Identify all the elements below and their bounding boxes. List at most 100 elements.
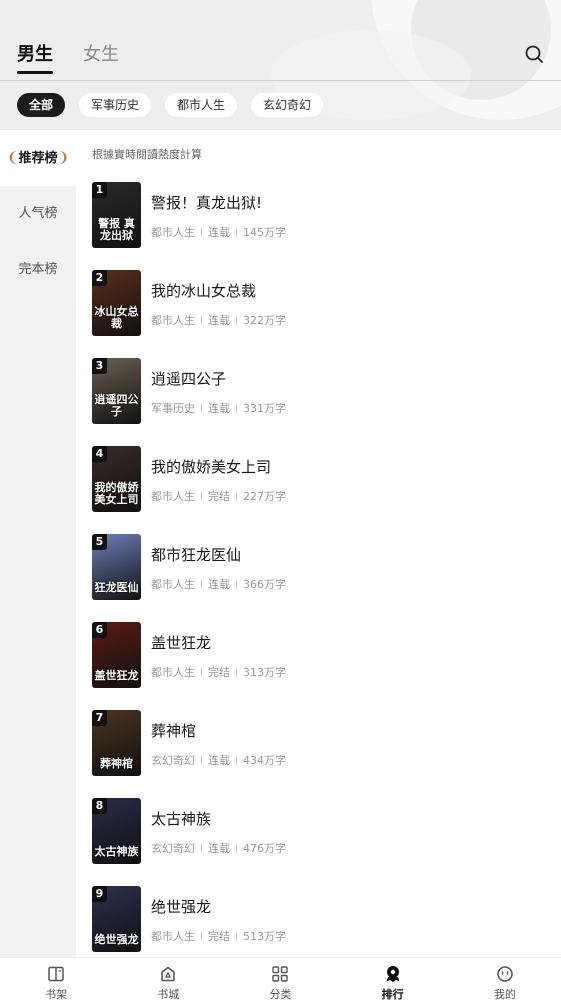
sidebar-item-label: 推荐榜 [18,151,58,166]
category-icon [272,966,289,982]
sidebar-item-completed[interactable]: 完本榜 [0,242,76,298]
book-item[interactable]: 1 警报 真龙出狱 警报！真龙出狱! 都市人生 连载 145万字 [92,182,552,248]
bottom-nav: 书架 书城 分类 排行 我的 [0,957,561,1002]
book-status: 完结 [208,666,230,679]
book-item[interactable]: 3 逍遥四公子 逍遥四公子 军事历史 连载 331万字 [92,358,552,424]
book-status: 连载 [208,842,230,855]
gender-tabs: 男生 女生 [17,40,119,74]
book-meta: 都市人生 完结 313万字 [151,664,286,680]
meta-separator [201,932,202,941]
book-word-count: 434万字 [243,754,286,767]
meta-separator [201,316,202,325]
book-item[interactable]: 5 狂龙医仙 都市狂龙医仙 都市人生 连载 366万字 [92,534,552,600]
book-item[interactable]: 9 绝世强龙 绝世强龙 都市人生 完结 513万字 [92,886,552,952]
ranking-sidebar: ❨推荐榜❩ 人气榜 完本榜 [0,130,76,957]
book-word-count: 513万字 [243,930,286,943]
tab-female[interactable]: 女生 [83,40,119,74]
book-cover[interactable]: 1 警报 真龙出狱 [92,182,141,248]
nav-bookstore[interactable]: 书城 [112,958,224,1002]
book-cover[interactable]: 7 葬神棺 [92,710,141,776]
book-title[interactable]: 太古神族 [151,808,211,829]
category-chips: 全部 军事历史 都市人生 玄幻奇幻 [17,93,324,117]
book-word-count: 227万字 [243,490,286,503]
meta-separator [236,932,237,941]
meta-separator [201,580,202,589]
meta-separator [201,492,202,501]
book-status: 连载 [208,314,230,327]
book-cover[interactable]: 9 绝世强龙 [92,886,141,952]
nav-label: 分类 [269,988,292,1001]
book-item[interactable]: 8 太古神族 太古神族 玄幻奇幻 连载 476万字 [92,798,552,864]
book-status: 完结 [208,930,230,943]
book-cover[interactable]: 2 冰山女总裁 [92,270,141,336]
book-cover[interactable]: 6 盖世狂龙 [92,622,141,688]
book-item[interactable]: 4 我的傲娇美女上司 我的傲娇美女上司 都市人生 完结 227万字 [92,446,552,512]
book-title[interactable]: 我的冰山女总裁 [151,280,256,301]
cover-title: 葬神棺 [100,757,133,770]
ranking-note: 根據實時閱讀熱度計算 [92,148,202,161]
book-cover[interactable]: 8 太古神族 [92,798,141,864]
book-title[interactable]: 逍遥四公子 [151,368,226,389]
book-title[interactable]: 盖世狂龙 [151,632,211,653]
book-category: 都市人生 [151,930,195,943]
book-title[interactable]: 绝世强龙 [151,896,211,917]
chip-fantasy[interactable]: 玄幻奇幻 [251,93,324,117]
book-item[interactable]: 6 盖世狂龙 盖世狂龙 都市人生 完结 313万字 [92,622,552,688]
book-word-count: 322万字 [243,314,286,327]
rank-badge: 2 [92,270,107,286]
book-category: 都市人生 [151,578,195,591]
book-title[interactable]: 葬神棺 [151,720,196,741]
book-cover[interactable]: 5 狂龙医仙 [92,534,141,600]
meta-separator [201,668,202,677]
nav-bookshelf[interactable]: 书架 [0,958,112,1002]
ranking-icon [386,966,400,982]
book-cover[interactable]: 3 逍遥四公子 [92,358,141,424]
meta-separator [201,404,202,413]
meta-separator [201,844,202,853]
rank-badge: 1 [92,182,107,198]
sidebar-item-recommended[interactable]: ❨推荐榜❩ [0,130,76,186]
cover-title: 绝世强龙 [94,933,139,946]
book-meta: 都市人生 完结 513万字 [151,928,286,944]
book-status: 连载 [208,754,230,767]
tab-male[interactable]: 男生 [17,40,53,74]
rank-badge: 9 [92,886,107,902]
book-status: 完结 [208,490,230,503]
chip-military-history[interactable]: 军事历史 [79,93,152,117]
profile-icon [497,966,513,982]
book-cover[interactable]: 4 我的傲娇美女上司 [92,446,141,512]
nav-ranking[interactable]: 排行 [337,958,449,1002]
book-meta: 都市人生 连载 322万字 [151,312,286,328]
book-word-count: 145万字 [243,226,286,239]
rank-badge: 6 [92,622,107,638]
book-category: 玄幻奇幻 [151,754,195,767]
search-icon[interactable] [524,44,544,64]
book-title[interactable]: 警报！真龙出狱! [151,192,262,213]
cover-title: 冰山女总裁 [94,305,139,330]
book-category: 都市人生 [151,314,195,327]
rank-badge: 5 [92,534,107,550]
bookstore-icon [161,966,176,982]
nav-label: 书架 [45,988,68,1001]
chip-all[interactable]: 全部 [17,93,66,117]
book-status: 连载 [208,578,230,591]
meta-separator [236,844,237,853]
book-title[interactable]: 都市狂龙医仙 [151,544,241,565]
meta-separator [236,668,237,677]
book-item[interactable]: 7 葬神棺 葬神棺 玄幻奇幻 连载 434万字 [92,710,552,776]
book-category: 都市人生 [151,226,195,239]
nav-profile[interactable]: 我的 [449,958,561,1002]
nav-category[interactable]: 分类 [224,958,336,1002]
book-meta: 都市人生 完结 227万字 [151,488,286,504]
cover-title: 太古神族 [94,845,139,858]
book-meta: 玄幻奇幻 连载 476万字 [151,840,286,856]
book-meta: 都市人生 连载 145万字 [151,224,286,240]
sidebar-item-popular[interactable]: 人气榜 [0,186,76,242]
book-word-count: 313万字 [243,666,286,679]
cover-title: 狂龙医仙 [94,581,139,594]
book-title[interactable]: 我的傲娇美女上司 [151,456,271,477]
bookshelf-icon [48,966,64,982]
chip-urban-life[interactable]: 都市人生 [165,93,238,117]
meta-separator [236,228,237,237]
book-item[interactable]: 2 冰山女总裁 我的冰山女总裁都市人生 连载 322万字 [92,270,552,336]
